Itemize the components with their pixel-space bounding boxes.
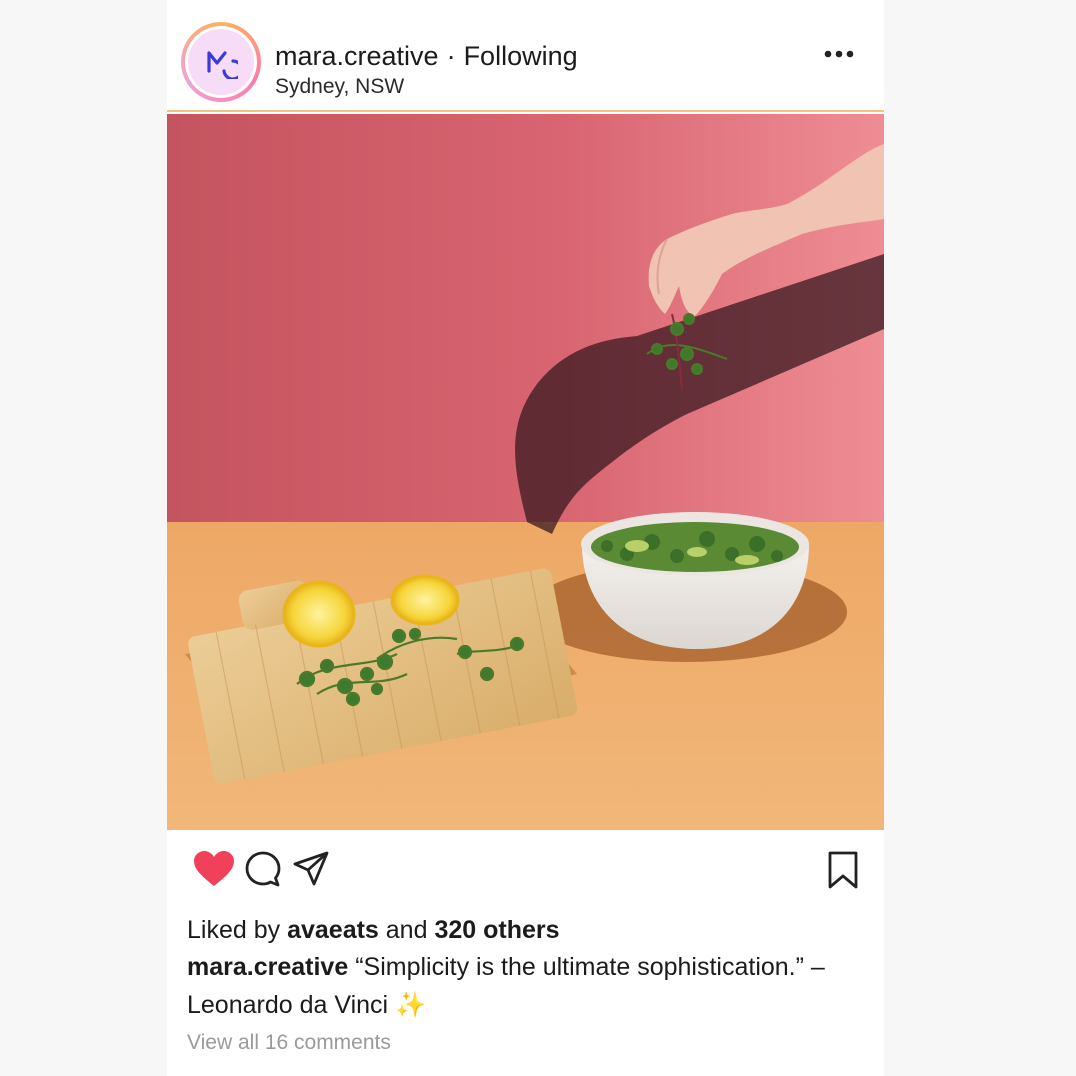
view-comments-link[interactable]: View all 16 comments — [187, 1029, 391, 1057]
more-options-button[interactable] — [819, 42, 859, 66]
photo-illustration — [167, 114, 884, 830]
post-photo[interactable] — [167, 114, 884, 830]
liker-username[interactable]: avaeats — [287, 916, 379, 944]
username-link[interactable]: mara.creative — [275, 41, 439, 71]
ellipsis-icon — [824, 50, 854, 58]
likes-count[interactable]: 320 others — [434, 916, 559, 944]
header-title: mara.creative · Following — [275, 40, 578, 72]
separator: · — [446, 41, 456, 71]
avatar[interactable] — [181, 22, 261, 102]
likes-middle: and — [385, 916, 428, 944]
following-button[interactable]: Following — [464, 41, 578, 71]
like-button[interactable] — [193, 850, 235, 893]
post-header: mara.creative · Following Sydney, NSW — [167, 0, 884, 112]
mc-logo-icon — [207, 51, 238, 79]
location-link[interactable]: Sydney, NSW — [275, 74, 404, 100]
post-caption: mara.creative “Simplicity is the ultimat… — [187, 948, 867, 1024]
post-actions — [167, 832, 884, 910]
comment-button[interactable] — [244, 850, 282, 893]
send-icon — [293, 851, 329, 886]
save-button[interactable] — [827, 850, 859, 895]
share-button[interactable] — [292, 850, 330, 893]
caption-username[interactable]: mara.creative — [187, 953, 348, 981]
comment-icon — [245, 851, 281, 887]
post-card: mara.creative · Following Sydney, NSW Li… — [167, 0, 884, 1076]
likes-summary: Liked by avaeats and 320 others — [187, 914, 560, 946]
likes-prefix: Liked by — [187, 916, 281, 944]
heart-icon — [194, 851, 234, 886]
bookmark-icon — [828, 851, 858, 889]
